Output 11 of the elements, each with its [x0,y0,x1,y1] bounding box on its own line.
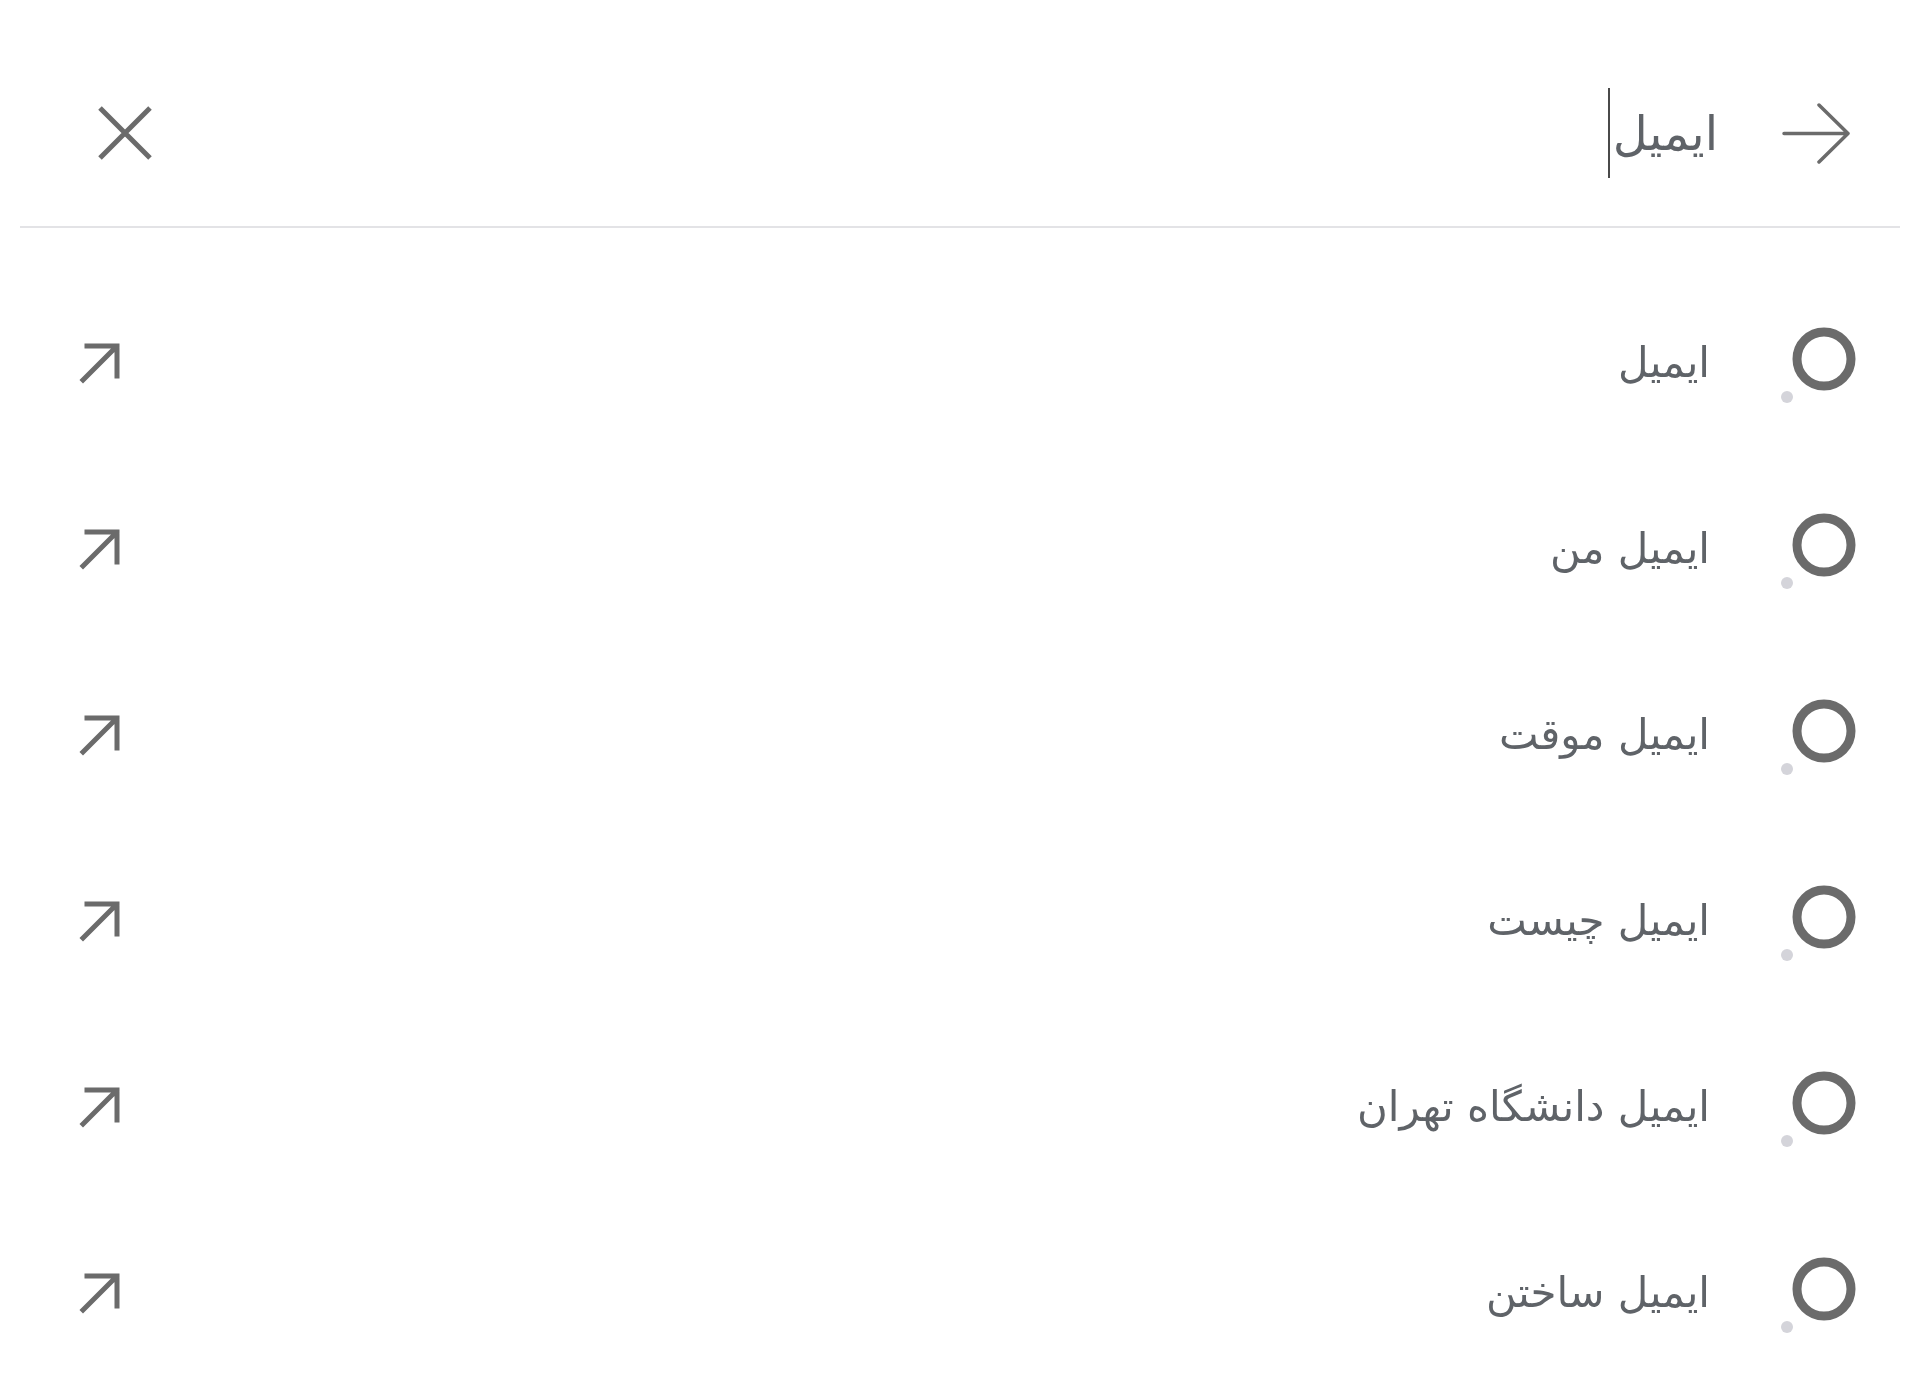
close-icon[interactable] [96,104,154,162]
search-field[interactable]: ایمیل [1607,83,1718,183]
arrow-up-right-icon[interactable] [78,1085,122,1129]
arrow-up-right-icon[interactable] [78,713,122,757]
arrow-up-right-icon[interactable] [78,527,122,571]
arrow-up-right-icon[interactable] [78,341,122,385]
suggestion-text[interactable]: ایمیل چیست [1487,900,1710,942]
suggestion-text[interactable]: ایمیل [1617,342,1710,384]
arrow-right-icon[interactable] [1782,102,1851,164]
arrow-up-right-icon[interactable] [78,1271,122,1315]
arrow-up-right-icon[interactable] [78,899,122,943]
